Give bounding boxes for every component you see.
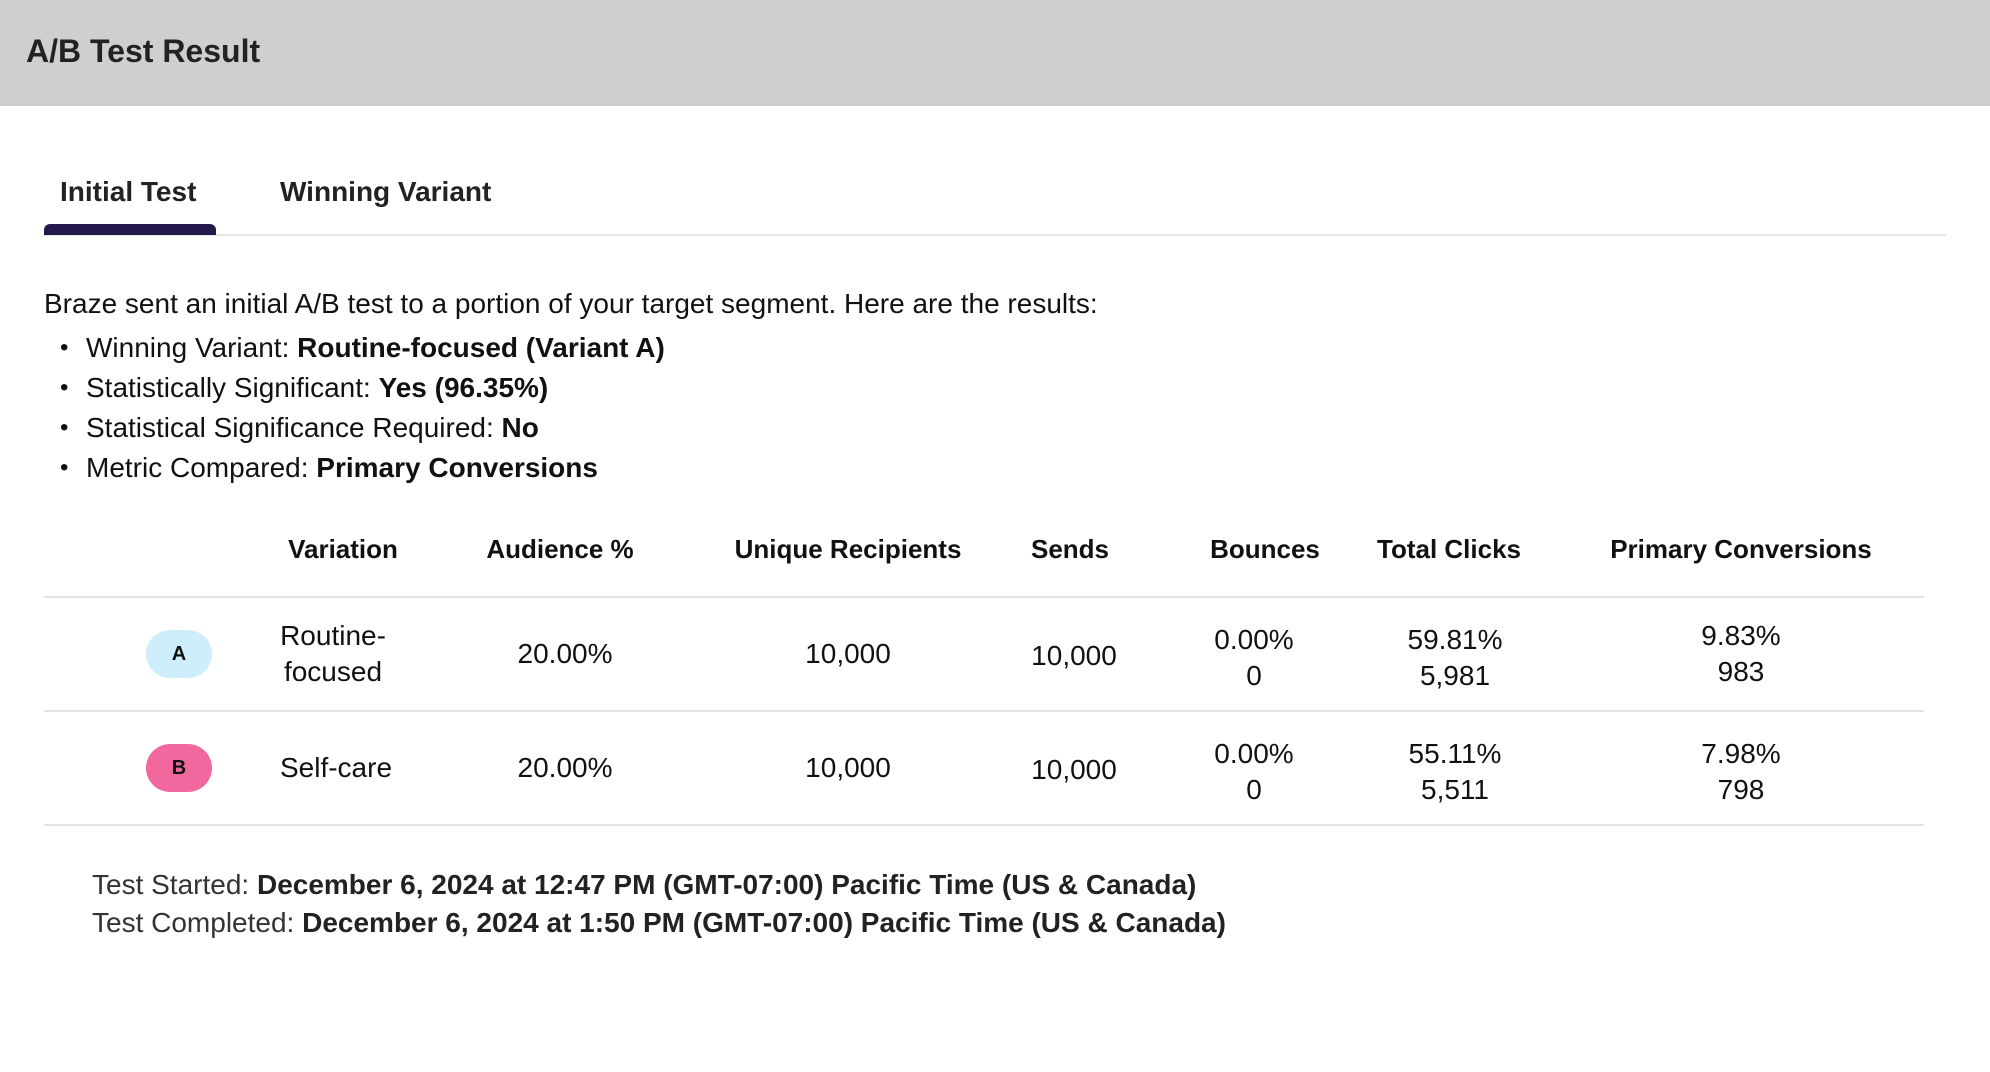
primary-conversions-cell: 7.98% 798: [1701, 736, 1780, 808]
summary-label: Metric Compared:: [86, 452, 317, 483]
table-row: A Routine- focused 20.00% 10,000 10,000 …: [44, 598, 1924, 712]
summary-item-significance-required: • Statistical Significance Required: No: [60, 408, 665, 448]
variation-name: Routine- focused: [280, 618, 386, 690]
column-header-bounces: Bounces: [1210, 534, 1320, 564]
test-started-label: Test Started:: [92, 869, 257, 900]
column-header-variation: Variation: [288, 534, 398, 564]
summary-value: No: [501, 412, 539, 443]
total-clicks-cell: 55.11% 5,511: [1409, 736, 1502, 808]
bullet-icon: •: [60, 334, 69, 361]
table-header: Variation Audience % Unique Recipients S…: [44, 520, 1924, 598]
bullet-icon: •: [60, 374, 69, 401]
column-header-audience: Audience %: [486, 534, 634, 564]
unique-recipients-cell: 10,000: [805, 638, 891, 669]
bounces-cell: 0.00% 0: [1214, 622, 1293, 694]
column-header-primary-conversions: Primary Conversions: [1610, 534, 1872, 564]
conversions-percent: 7.98%: [1701, 738, 1781, 769]
variation-name: Self-care: [279, 752, 393, 783]
summary-item-significant: • Statistically Significant: Yes (96.35%): [60, 368, 665, 408]
summary-item-winning-variant: • Winning Variant: Routine-focused (Varia…: [60, 328, 665, 368]
unique-recipients-cell: 10,000: [805, 752, 891, 783]
active-tab-indicator: [44, 224, 216, 235]
test-started: Test Started: December 6, 2024 at 12:47 …: [92, 866, 1226, 904]
conversions-count: 983: [1717, 656, 1765, 687]
bounces-count: 0: [1246, 774, 1262, 805]
summary-label: Statistically Significant:: [86, 372, 379, 403]
summary-label: Winning Variant:: [86, 332, 298, 363]
total-clicks-cell: 59.81% 5,981: [1408, 622, 1503, 694]
tab-bar: Initial Test Winning Variant: [44, 170, 1946, 236]
summary-value: Routine-focused (Variant A): [297, 332, 665, 363]
test-completed-label: Test Completed:: [92, 907, 303, 938]
clicks-percent: 55.11%: [1408, 738, 1502, 769]
audience-cell: 20.00%: [517, 638, 613, 669]
summary-item-metric: • Metric Compared: Primary Conversions: [60, 448, 665, 488]
tab-winning-variant[interactable]: Winning Variant: [280, 176, 491, 208]
variant-badge: A: [146, 630, 212, 678]
conversions-count: 798: [1717, 774, 1765, 805]
summary-label: Statistical Significance Required:: [86, 412, 502, 443]
summary-value: Primary Conversions: [316, 452, 598, 483]
test-completed-value: December 6, 2024 at 1:50 PM (GMT-07:00) …: [302, 907, 1226, 938]
variant-badge: B: [146, 744, 212, 792]
sends-cell: 10,000: [1031, 754, 1117, 785]
conversions-percent: 9.83%: [1701, 620, 1781, 651]
audience-cell: 20.00%: [517, 752, 613, 783]
test-completed: Test Completed: December 6, 2024 at 1:50…: [92, 904, 1226, 942]
bounces-count: 0: [1246, 660, 1262, 691]
page-header: A/B Test Result: [0, 0, 1990, 106]
primary-conversions-cell: 9.83% 983: [1701, 618, 1780, 690]
clicks-percent: 59.81%: [1407, 624, 1503, 655]
clicks-count: 5,511: [1420, 774, 1489, 805]
bounces-percent: 0.00%: [1214, 624, 1294, 655]
test-started-value: December 6, 2024 at 12:47 PM (GMT-07:00)…: [256, 869, 1197, 900]
bounces-percent: 0.00%: [1214, 738, 1294, 769]
summary-value: Yes (96.35%): [378, 372, 549, 403]
table-row: B Self-care 20.00% 10,000 10,000 0.00% 0…: [44, 712, 1924, 826]
clicks-count: 5,981: [1419, 660, 1491, 691]
results-table: Variation Audience % Unique Recipients S…: [44, 520, 1924, 826]
summary-list: • Winning Variant: Routine-focused (Varia…: [60, 328, 665, 488]
sends-cell: 10,000: [1031, 640, 1117, 671]
page-title: A/B Test Result: [26, 33, 261, 69]
column-header-sends: Sends: [1030, 534, 1110, 564]
variation-name-line: focused: [283, 656, 383, 687]
tab-initial-test[interactable]: Initial Test: [60, 176, 196, 208]
variation-name-line: Routine-: [280, 620, 386, 651]
bounces-cell: 0.00% 0: [1214, 736, 1293, 808]
summary-intro: Braze sent an initial A/B test to a port…: [44, 288, 1098, 319]
test-timestamps: Test Started: December 6, 2024 at 12:47 …: [92, 866, 1226, 942]
bullet-icon: •: [60, 454, 69, 481]
column-header-unique-recipients: Unique Recipients: [734, 534, 962, 564]
column-header-total-clicks: Total Clicks: [1376, 534, 1522, 564]
bullet-icon: •: [60, 414, 69, 441]
